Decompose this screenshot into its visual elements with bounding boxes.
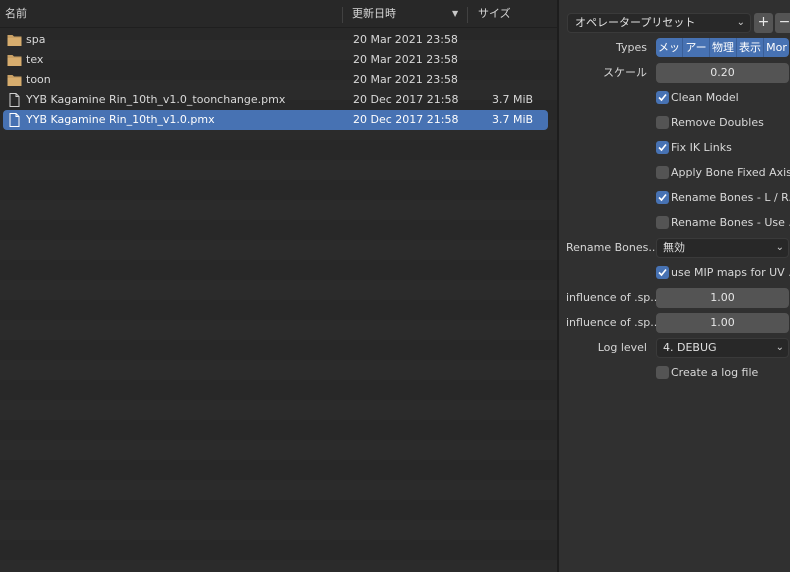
file-size: 3.7 MiB (492, 93, 534, 106)
file-date: 20 Mar 2021 23:58 (353, 73, 458, 86)
file-name: tex (26, 53, 44, 66)
folder-icon (7, 33, 22, 47)
dropdown-value: 4. DEBUG (663, 341, 717, 354)
checkbox-label: Apply Bone Fixed Axis (671, 166, 790, 179)
rename-bones-dropdown[interactable]: 無効 ⌄ (656, 238, 789, 258)
checkbox-label: Rename Bones - L / R... (671, 191, 790, 204)
checkbox-label: Fix IK Links (671, 141, 732, 154)
column-divider[interactable] (342, 7, 343, 23)
import-options-panel: オペレータープリセット ⌄ + − Types メッ アー 物理 表示 Mor … (559, 0, 790, 572)
checkbox-checked-icon (656, 191, 669, 204)
sort-descending-icon[interactable]: ▼ (452, 0, 458, 28)
checkbox-label: use MIP maps for UV ... (671, 266, 790, 279)
types-label: Types (616, 41, 647, 54)
type-toggle-physics[interactable]: 物理 (710, 38, 737, 57)
column-size-header[interactable]: サイズ (478, 0, 511, 28)
type-toggle-display[interactable]: 表示 (737, 38, 764, 57)
column-name-header[interactable]: 名前 (5, 0, 27, 28)
scale-field[interactable]: 0.20 (656, 63, 789, 83)
checkbox-unchecked-icon (656, 166, 669, 179)
chevron-down-icon: ⌄ (736, 17, 745, 28)
checkbox-label: Create a log file (671, 366, 759, 379)
rename-bones-label: Rename Bones... (566, 241, 659, 254)
file-date: 20 Mar 2021 23:58 (353, 53, 458, 66)
file-name: spa (26, 33, 46, 46)
scale-label: スケール (603, 66, 647, 79)
file-row-pmx-toonchange[interactable]: YYB Kagamine Rin_10th_v1.0_toonchange.pm… (0, 90, 557, 110)
file-date: 20 Dec 2017 21:58 (353, 93, 459, 106)
influence-field-1[interactable]: 1.00 (656, 288, 789, 308)
file-name: YYB Kagamine Rin_10th_v1.0.pmx (26, 113, 215, 126)
type-toggle-armature[interactable]: アー (683, 38, 710, 57)
file-icon (7, 93, 22, 107)
folder-icon (7, 53, 22, 67)
file-name: toon (26, 73, 51, 86)
file-date: 20 Dec 2017 21:58 (353, 113, 459, 126)
checkbox-checked-icon (656, 141, 669, 154)
file-list: spa 20 Mar 2021 23:58 tex 20 Mar 2021 23… (0, 30, 557, 130)
column-divider[interactable] (467, 7, 468, 23)
checkbox-label: Remove Doubles (671, 116, 764, 129)
file-date: 20 Mar 2021 23:58 (353, 33, 458, 46)
log-level-dropdown[interactable]: 4. DEBUG ⌄ (656, 338, 789, 358)
file-size: 3.7 MiB (492, 113, 534, 126)
checkbox-checked-icon (656, 266, 669, 279)
checkbox-unchecked-icon (656, 366, 669, 379)
preset-label: オペレータープリセット (575, 16, 696, 29)
influence-label-1: influence of .sp... (566, 291, 661, 304)
add-preset-button[interactable]: + (754, 13, 773, 33)
type-toggle-mesh[interactable]: メッ (656, 38, 683, 57)
chevron-down-icon: ⌄ (775, 342, 784, 353)
file-row-spa[interactable]: spa 20 Mar 2021 23:58 (0, 30, 557, 50)
file-name: YYB Kagamine Rin_10th_v1.0_toonchange.pm… (26, 93, 286, 106)
checkbox-checked-icon (656, 91, 669, 104)
type-toggle-morph[interactable]: Mor (764, 38, 789, 57)
file-row-toon[interactable]: toon 20 Mar 2021 23:58 (0, 70, 557, 90)
file-row-pmx-selected[interactable]: YYB Kagamine Rin_10th_v1.0.pmx 20 Dec 20… (0, 110, 557, 130)
influence-label-2: influence of .sp... (566, 316, 661, 329)
checkbox-unchecked-icon (656, 116, 669, 129)
file-icon (7, 113, 22, 127)
checkbox-label: Rename Bones - Use ... (671, 216, 790, 229)
file-browser: 名前 更新日時 ▼ サイズ spa 20 Mar 2021 23:58 tex … (0, 0, 557, 572)
log-level-label: Log level (597, 341, 647, 354)
column-date-header[interactable]: 更新日時 (352, 0, 396, 28)
column-header: 名前 更新日時 ▼ サイズ (0, 0, 557, 28)
operator-preset-dropdown[interactable]: オペレータープリセット ⌄ (567, 13, 751, 33)
checkbox-unchecked-icon (656, 216, 669, 229)
dropdown-value: 無効 (663, 241, 685, 254)
remove-preset-button[interactable]: − (775, 13, 790, 33)
preset-row: オペレータープリセット ⌄ + − (567, 13, 790, 33)
checkbox-label: Clean Model (671, 91, 739, 104)
file-row-tex[interactable]: tex 20 Mar 2021 23:58 (0, 50, 557, 70)
folder-icon (7, 73, 22, 87)
influence-field-2[interactable]: 1.00 (656, 313, 789, 333)
chevron-down-icon: ⌄ (775, 242, 784, 253)
